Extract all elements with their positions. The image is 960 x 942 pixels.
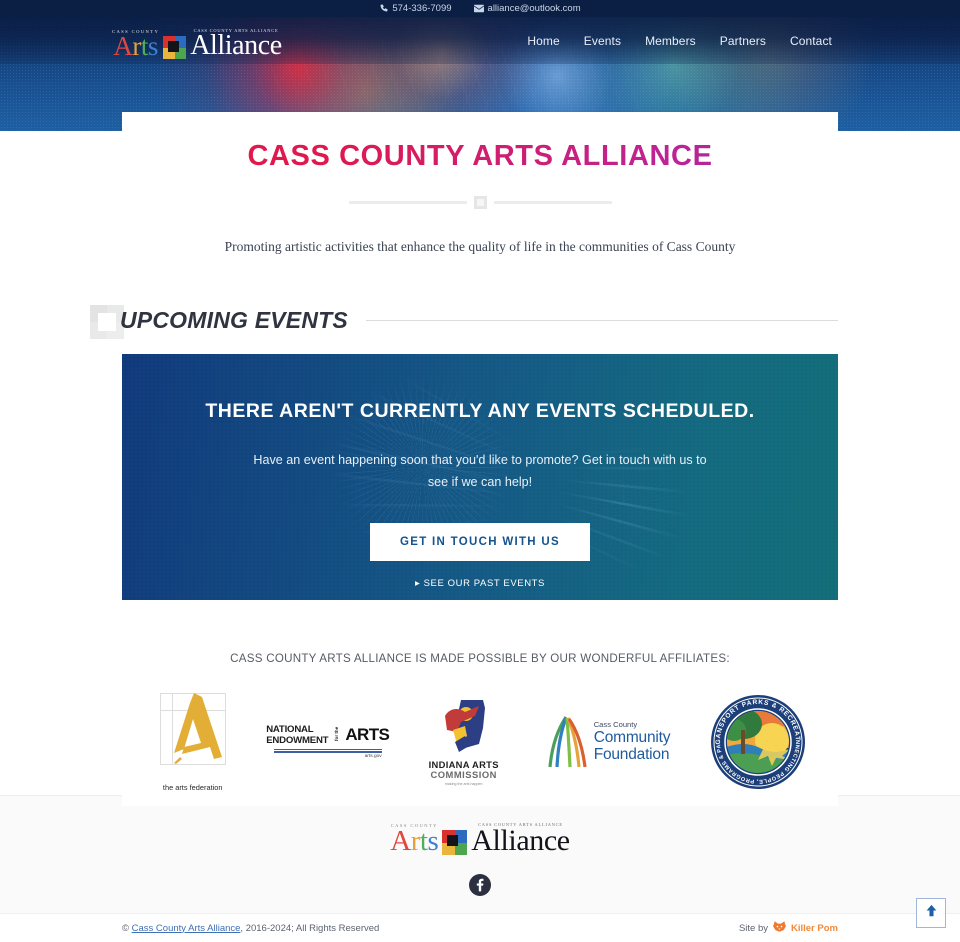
copyright-suffix: , 2016-2024; All Rights Reserved	[240, 922, 380, 934]
ccf-line2: Community	[593, 729, 671, 746]
affiliate-national-endowment-for-the-arts[interactable]: NATIONAL ENDOWMENT for the ARTS arts.gov	[266, 724, 390, 759]
phone-icon	[379, 4, 388, 13]
caret-right-icon: ▸	[414, 578, 421, 589]
fox-icon	[773, 921, 786, 935]
logo-letter-a: A	[113, 31, 133, 61]
footer-logo-letter-s: s	[427, 825, 439, 857]
no-events-body: Have an event happening soon that you'd …	[253, 453, 707, 489]
nav-item-partners[interactable]: Partners	[720, 34, 766, 48]
top-contact-bar: 574-336-7099 alliance@outlook.com	[0, 0, 960, 17]
page-title: CASS COUNTY ARTS ALLIANCE	[122, 140, 838, 173]
copyright-symbol: ©	[122, 922, 129, 934]
see-past-events-link[interactable]: ▸ SEE OUR PAST EVENTS	[122, 578, 838, 589]
site-tagline: Promoting artistic activities that enhan…	[224, 239, 736, 254]
phone-number: 574-336-7099	[392, 3, 452, 14]
facebook-icon[interactable]	[469, 874, 491, 896]
divider-bar-right	[493, 201, 612, 204]
footer-logo-grid-icon	[442, 830, 468, 855]
see-past-events-label: SEE OUR PAST EVENTS	[423, 578, 545, 589]
get-in-touch-button[interactable]: GET IN TOUCH WITH US	[370, 523, 590, 561]
community-foundation-logo-icon	[544, 715, 588, 769]
copyright: © Cass County Arts Alliance, 2016-2024; …	[122, 923, 379, 934]
affiliate-cass-county-community-foundation[interactable]: Cass County Community Foundation	[544, 715, 671, 769]
title-divider	[122, 196, 838, 209]
ccf-line1: Cass County	[593, 720, 638, 729]
affiliates-section: CASS COUNTY ARTS ALLIANCE IS MADE POSSIB…	[122, 652, 838, 806]
iac-line2: COMMISSION	[430, 768, 497, 780]
footer-logo-alliance-word: Alliance	[471, 824, 570, 857]
email-address: alliance@outlook.com	[487, 3, 581, 14]
site-by-label: Site by	[738, 922, 768, 934]
nav-item-contact[interactable]: Contact	[790, 34, 832, 48]
logansport-parks-seal-icon: LOGANSPORT PARKS & RECREATION CONNECTING…	[707, 689, 806, 790]
nav-item-home[interactable]: Home	[527, 34, 559, 48]
nea-arts-word: ARTS	[345, 725, 390, 744]
logo-letter-r: r	[132, 31, 141, 61]
footer-logo-letter-a: A	[390, 825, 411, 857]
ccf-line3: Foundation	[593, 746, 670, 763]
affiliates-title: CASS COUNTY ARTS ALLIANCE IS MADE POSSIB…	[230, 652, 730, 665]
page-root: 574-336-7099 alliance@outlook.com CASS C…	[0, 0, 960, 942]
site-logo[interactable]: CASS COUNTY Arts CASS COUNTY ARTS ALLIAN…	[112, 22, 282, 60]
events-panel-content: THERE AREN'T CURRENTLY ANY EVENTS SCHEDU…	[122, 354, 838, 589]
upcoming-events-heading: UPCOMING EVENTS	[90, 305, 838, 339]
no-events-headline: THERE AREN'T CURRENTLY ANY EVENTS SCHEDU…	[205, 400, 755, 422]
footer-logo-letter-r: r	[410, 825, 421, 857]
section-title: UPCOMING EVENTS	[120, 307, 348, 333]
the-arts-federation-logo-icon	[154, 691, 232, 781]
main-navigation-bar: CASS COUNTY Arts CASS COUNTY ARTS ALLIAN…	[0, 17, 960, 64]
section-grid-icon	[90, 305, 124, 339]
affiliate-indiana-arts-commission[interactable]: INDIANA ARTS COMMISSION making the arts …	[424, 698, 504, 786]
email-contact[interactable]: alliance@outlook.com	[473, 3, 581, 14]
bottom-bar: © Cass County Arts Alliance, 2016-2024; …	[0, 913, 960, 942]
nav-item-events[interactable]: Events	[584, 34, 621, 48]
nea-line1: NATIONAL	[266, 724, 314, 735]
logo-letter-t: t	[140, 31, 149, 61]
divider-bar-left	[348, 201, 467, 204]
indiana-arts-commission-logo-icon	[435, 698, 493, 754]
section-rule	[365, 320, 838, 321]
arrow-up-icon	[925, 904, 938, 922]
nea-line2: ENDOWMENT	[266, 735, 329, 746]
footer-logo[interactable]: CASS COUNTY Arts CASS COUNTY ARTS ALLIAN…	[390, 818, 570, 857]
iac-line1: INDIANA ARTS	[428, 758, 499, 770]
footer-logo-arts-word: Arts	[390, 827, 438, 856]
back-to-top-button[interactable]	[916, 898, 946, 928]
nea-rule	[273, 749, 382, 753]
nav-item-members[interactable]: Members	[645, 34, 696, 48]
nea-for-the: for the	[334, 726, 340, 741]
envelope-icon	[473, 4, 484, 13]
site-credit: Site by Killer Pom	[739, 921, 838, 935]
events-panel: THERE AREN'T CURRENTLY ANY EVENTS SCHEDU…	[122, 354, 838, 600]
divider-grid-icon	[473, 196, 487, 209]
logo-alliance-word: Alliance	[190, 30, 282, 61]
the-arts-federation-caption: the arts federation	[162, 783, 223, 792]
nea-url: arts.gov	[364, 754, 382, 759]
logo-grid-icon	[163, 36, 187, 59]
copyright-link[interactable]: Cass County Arts Alliance	[132, 923, 241, 934]
logo-letter-s: s	[147, 31, 159, 61]
affiliate-the-arts-federation[interactable]: the arts federation	[154, 691, 232, 792]
affiliates-logo-row: the arts federation NATIONAL ENDOWMENT f…	[122, 689, 838, 792]
affiliate-logansport-parks-and-recreation[interactable]: LOGANSPORT PARKS & RECREATION CONNECTING…	[707, 689, 806, 790]
phone-contact[interactable]: 574-336-7099	[379, 3, 452, 14]
iac-line3: making the arts happen	[444, 781, 483, 786]
content-card: CASS COUNTY ARTS ALLIANCE Promoting arti…	[90, 112, 838, 806]
nav-links: Home Events Members Partners Contact	[527, 17, 832, 64]
site-footer: CASS COUNTY Arts CASS COUNTY ARTS ALLIAN…	[0, 795, 960, 915]
logo-arts-word: Arts	[113, 33, 158, 60]
site-by-name[interactable]: Killer Pom	[791, 923, 838, 934]
